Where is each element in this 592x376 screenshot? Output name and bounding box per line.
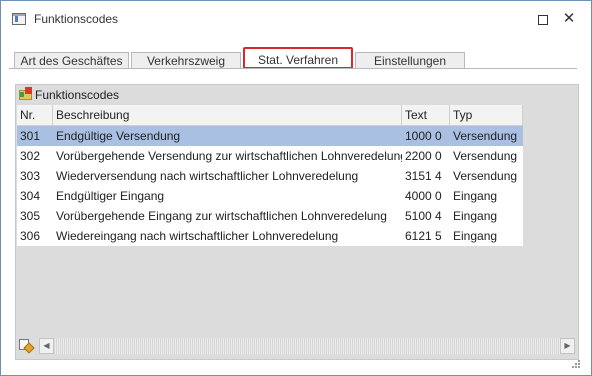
funktionscodes-panel: Funktionscodes Nr. Beschreibung Text Typ…	[15, 84, 579, 360]
tab-einstellungen[interactable]: Einstellungen	[355, 52, 465, 68]
tab-strip: Art des Geschäftes Verkehrszweig Stat. V…	[9, 47, 577, 69]
cell-nr: 306	[20, 229, 41, 243]
cell-text: 5100 4	[405, 209, 442, 223]
close-button[interactable]: ✕	[557, 8, 581, 30]
column-header-nr[interactable]: Nr.	[17, 105, 53, 126]
cell-text: 2200 0	[405, 149, 442, 163]
scrollbar-track[interactable]	[54, 338, 560, 354]
horizontal-scrollbar[interactable]: ◀ ▶	[39, 338, 575, 354]
maximize-icon	[538, 15, 548, 25]
cell-typ: Versendung	[453, 169, 518, 183]
maximize-button[interactable]	[531, 8, 555, 30]
cell-nr: 302	[20, 149, 41, 163]
cell-beschreibung: Vorübergehende Eingang zur wirtschaftlic…	[56, 209, 387, 223]
column-header-text[interactable]: Text	[402, 105, 450, 126]
cell-typ: Versendung	[453, 129, 518, 143]
table-row[interactable]: 305 Vorübergehende Eingang zur wirtschaf…	[17, 206, 523, 226]
table-row[interactable]: 302 Vorübergehende Versendung zur wirtsc…	[17, 146, 523, 166]
table-row[interactable]: 304 Endgültiger Eingang 4000 0 Eingang	[17, 186, 523, 206]
cell-nr: 305	[20, 209, 41, 223]
dialog-window: Funktionscodes ✕ Art des Geschäftes Verk…	[0, 0, 592, 376]
cell-text: 4000 0	[405, 189, 442, 203]
cell-beschreibung: Endgültiger Eingang	[56, 189, 165, 203]
title-bar: Funktionscodes ✕	[1, 1, 591, 37]
cell-nr: 303	[20, 169, 41, 183]
column-header-typ[interactable]: Typ	[450, 105, 523, 126]
cell-typ: Versendung	[453, 149, 518, 163]
folder-icon	[19, 87, 34, 100]
cell-typ: Eingang	[453, 189, 498, 203]
tab-divider	[9, 68, 577, 69]
window-title: Funktionscodes	[34, 12, 119, 26]
panel-title: Funktionscodes	[35, 88, 120, 102]
cell-nr: 304	[20, 189, 41, 203]
panel-header: Funktionscodes	[16, 85, 578, 105]
column-header-beschreibung[interactable]: Beschreibung	[53, 105, 402, 126]
cell-beschreibung: Wiederversendung nach wirtschaftlicher L…	[56, 169, 359, 183]
scroll-right-icon[interactable]: ▶	[560, 338, 575, 354]
cell-text: 3151 4	[405, 169, 442, 183]
tab-verkehrszweig[interactable]: Verkehrszweig	[131, 52, 241, 68]
app-window-icon	[12, 13, 26, 25]
table-row[interactable]: 306 Wiedereingang nach wirtschaftlicher …	[17, 226, 523, 246]
table-row[interactable]: 303 Wiederversendung nach wirtschaftlich…	[17, 166, 523, 186]
table-row[interactable]: 301 Endgültige Versendung 1000 0 Versend…	[17, 126, 523, 146]
cell-beschreibung: Endgültige Versendung	[56, 129, 181, 143]
cell-typ: Eingang	[453, 209, 498, 223]
cell-text: 6121 5	[405, 229, 442, 243]
tab-art-des-geschaeftes[interactable]: Art des Geschäftes	[14, 52, 129, 68]
cell-typ: Eingang	[453, 229, 498, 243]
record-navigator-icon[interactable]	[18, 338, 35, 354]
close-icon: ✕	[562, 10, 576, 27]
tab-stat-verfahren[interactable]: Stat. Verfahren	[243, 47, 353, 69]
cell-nr: 301	[20, 129, 41, 143]
cell-beschreibung: Vorübergehende Versendung zur wirtschaft…	[56, 149, 402, 163]
cell-text: 1000 0	[405, 129, 442, 143]
scroll-left-icon[interactable]: ◀	[39, 338, 54, 354]
cell-beschreibung: Wiedereingang nach wirtschaftlicher Lohn…	[56, 229, 339, 243]
resize-grip-icon[interactable]	[569, 359, 581, 371]
